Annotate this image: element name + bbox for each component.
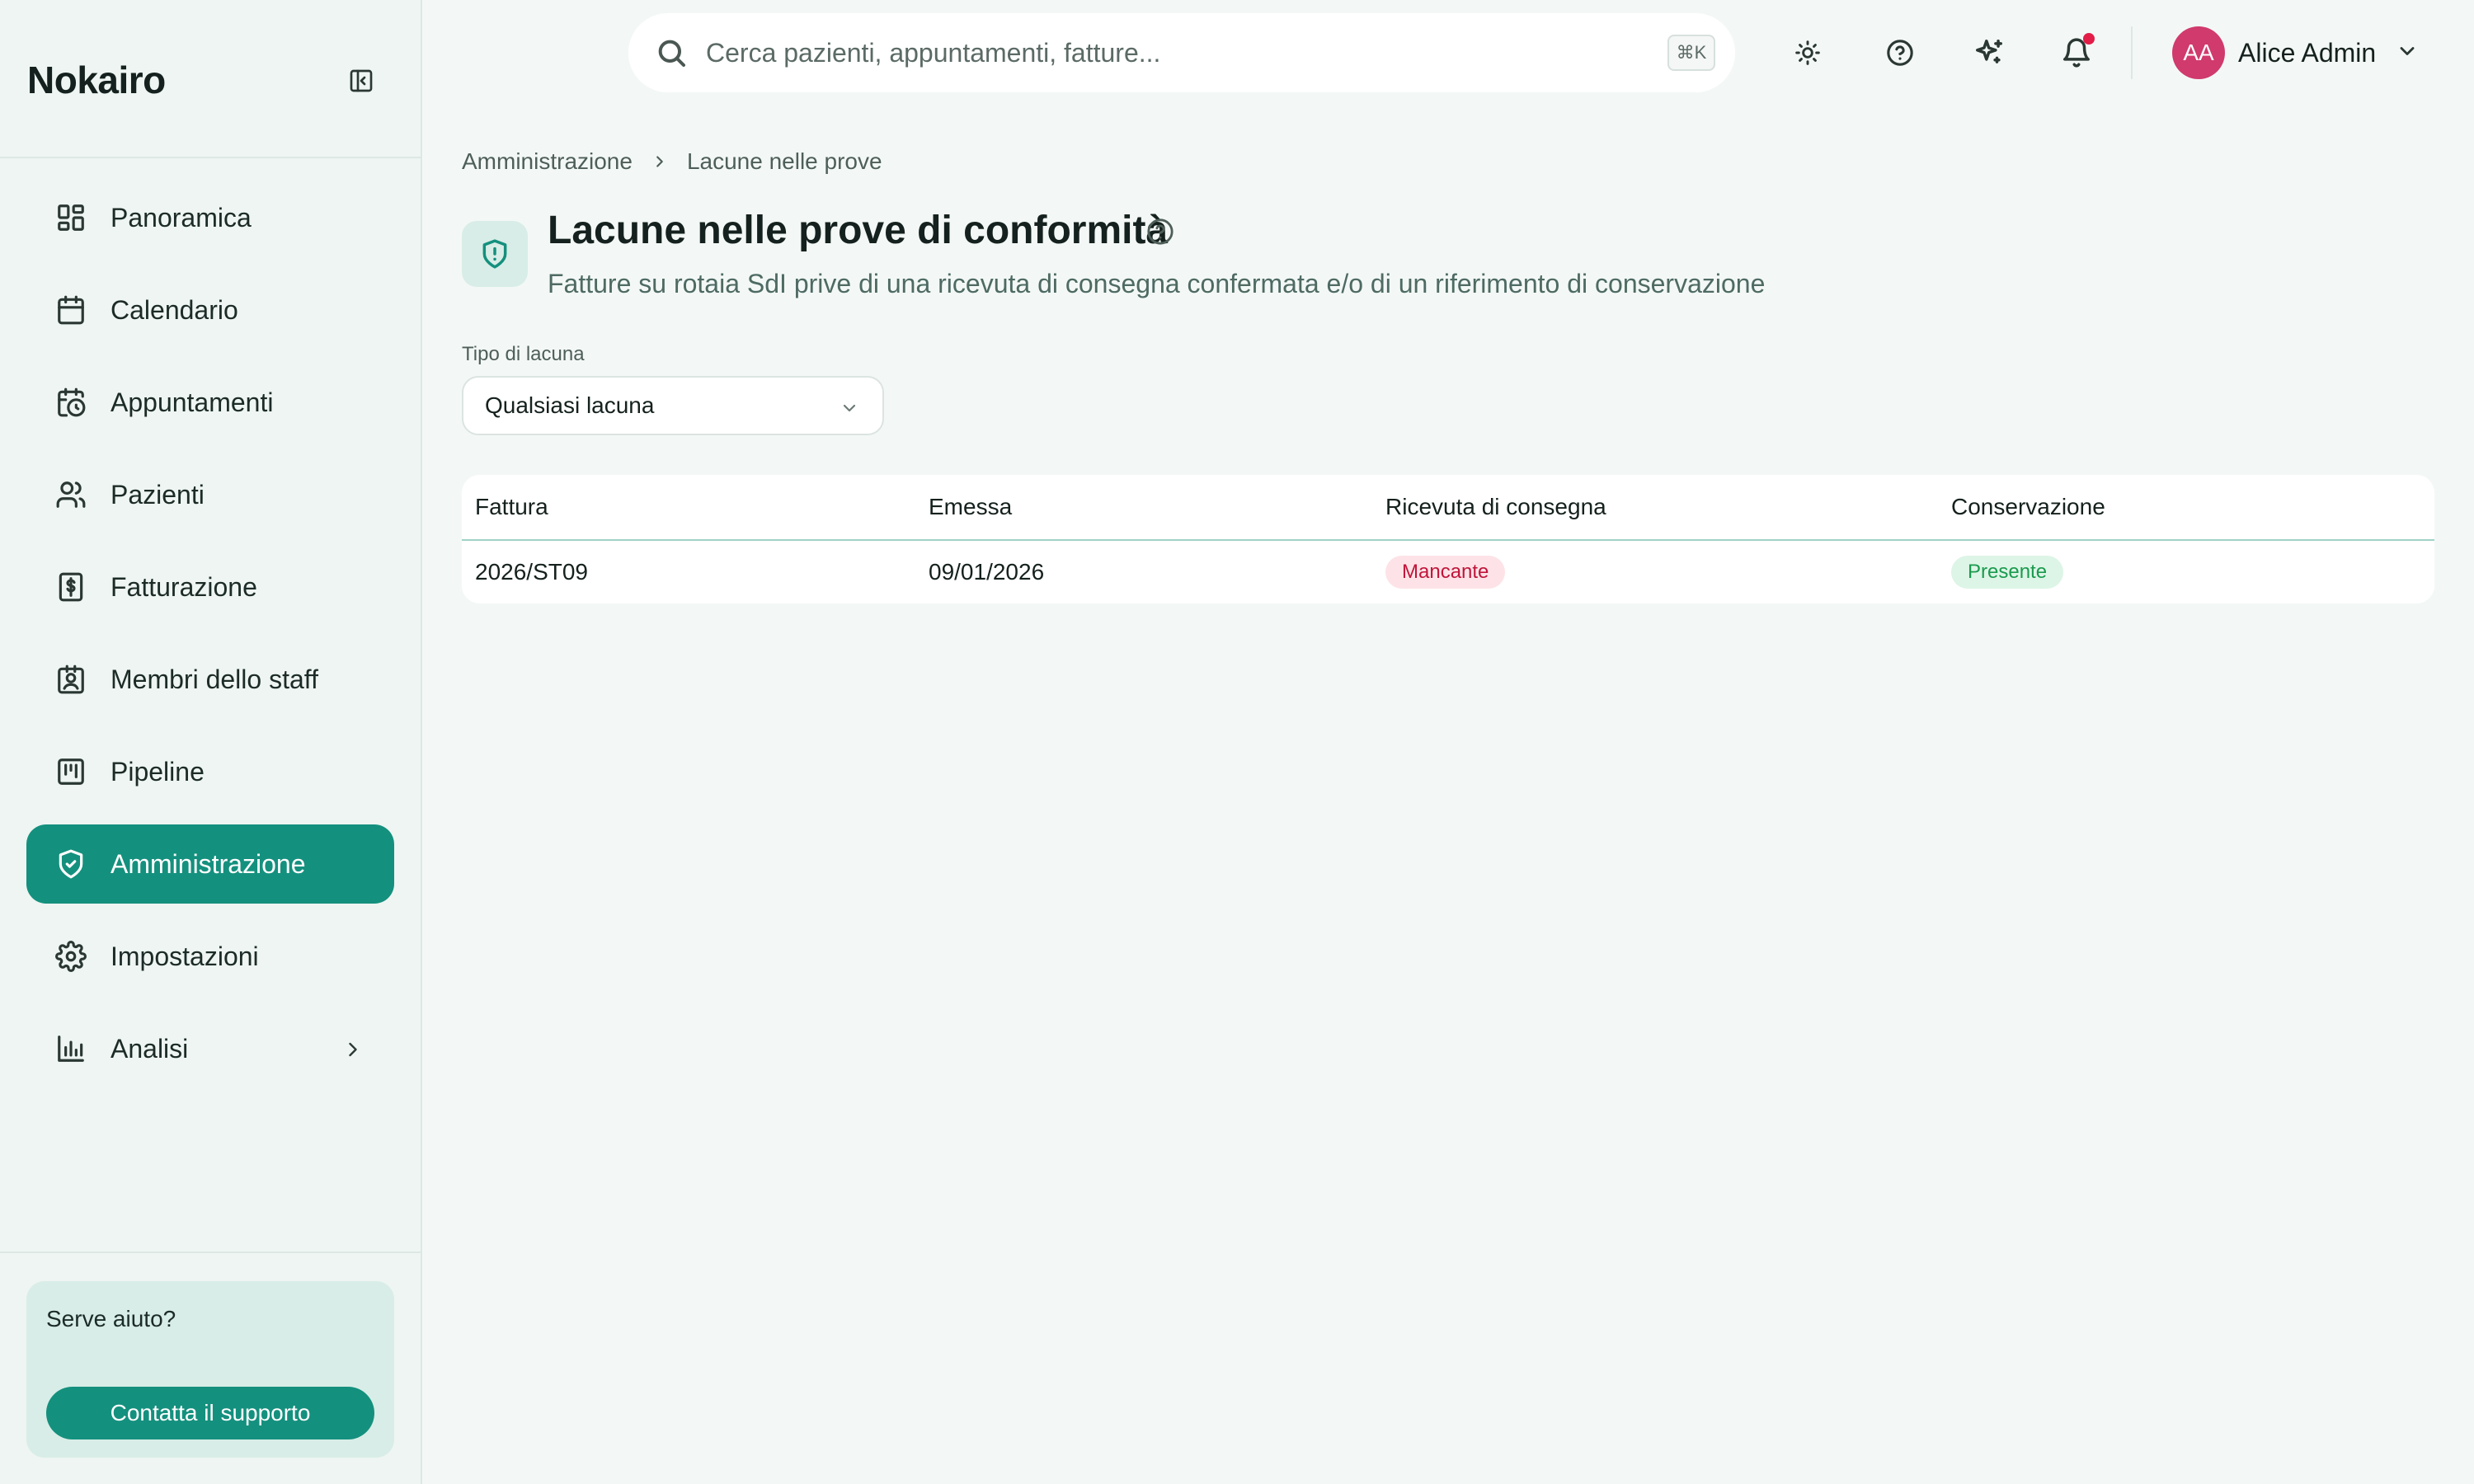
sun-icon[interactable] — [1791, 36, 1824, 69]
gear-icon — [54, 940, 87, 973]
chevron-right-icon — [341, 1037, 365, 1060]
sidebar-item-label: Membri dello staff — [111, 664, 318, 694]
status-badge-missing: Mancante — [1385, 556, 1506, 589]
sidebar-item-label: Panoramica — [111, 202, 252, 232]
sparkles-icon[interactable] — [1973, 36, 2006, 69]
help-title: Serve aiuto? — [46, 1306, 176, 1331]
calendar-icon — [54, 294, 87, 326]
sidebar-item-pazienti[interactable]: Pazienti — [26, 455, 394, 534]
sidebar-item-fatturazione[interactable]: Fatturazione — [26, 547, 394, 627]
user-menu[interactable]: AA Alice Admin — [2172, 26, 2419, 79]
table-row[interactable]: 2026/ST09 09/01/2026 Mancante Presente — [462, 541, 2434, 603]
brand-row: Nokairo — [0, 0, 421, 158]
sidebar-item-label: Pipeline — [111, 756, 205, 787]
sidebar-nav: Panoramica Calendario Appuntamenti Pazie… — [26, 178, 394, 1101]
gap-type-value: Qualsiasi lacuna — [485, 392, 655, 418]
column-header-ricevuta: Ricevuta di consegna — [1385, 494, 1606, 519]
gap-type-select[interactable]: Qualsiasi lacuna — [462, 376, 884, 435]
column-header-conservazione: Conservazione — [1951, 494, 2105, 519]
avatar: AA — [2172, 26, 2225, 79]
breadcrumb: Amministrazione Lacune nelle prove — [462, 148, 882, 175]
kanban-icon — [54, 755, 87, 788]
shield-check-icon — [54, 848, 87, 881]
global-search: ⌘K — [628, 13, 1735, 92]
notification-dot — [2083, 33, 2095, 45]
sidebar-item-label: Pazienti — [111, 479, 205, 510]
sidebar-item-label: Calendario — [111, 294, 238, 325]
sidebar-item-label: Appuntamenti — [111, 387, 274, 417]
sidebar: Nokairo Panoramica Calendario Appuntamen… — [0, 0, 422, 1484]
cell-issued: 09/01/2026 — [929, 559, 1045, 585]
table-header: Fattura Emessa Ricevuta di consegna Cons… — [462, 475, 2434, 541]
sidebar-item-appuntamenti[interactable]: Appuntamenti — [26, 363, 394, 442]
breadcrumb-link-amministrazione[interactable]: Amministrazione — [462, 148, 633, 175]
column-header-fattura: Fattura — [475, 494, 548, 519]
sidebar-item-analisi[interactable]: Analisi — [26, 1009, 394, 1088]
sidebar-item-pipeline[interactable]: Pipeline — [26, 732, 394, 811]
user-name: Alice Admin — [2238, 37, 2377, 68]
chevron-right-icon — [651, 153, 669, 171]
search-shortcut-badge: ⌘K — [1667, 35, 1715, 71]
users-icon — [54, 478, 87, 511]
sidebar-item-staff[interactable]: Membri dello staff — [26, 640, 394, 719]
filter-label: Tipo di lacuna — [462, 343, 585, 365]
app-root: Nokairo Panoramica Calendario Appuntamen… — [0, 0, 2474, 1484]
search-icon — [655, 36, 688, 69]
gaps-table: Fattura Emessa Ricevuta di consegna Cons… — [462, 475, 2434, 603]
bar-chart-icon — [54, 1032, 87, 1065]
sidebar-item-label: Impostazioni — [111, 941, 259, 971]
status-badge-present: Presente — [1951, 556, 2064, 589]
sidebar-item-label: Analisi — [111, 1033, 189, 1064]
chevron-down-icon — [2396, 40, 2419, 67]
column-header-emessa: Emessa — [929, 494, 1013, 519]
id-badge-icon — [54, 663, 87, 696]
cell-conservation: Presente — [1951, 541, 2064, 603]
help-circle-icon[interactable] — [1884, 36, 1917, 69]
shield-alert-icon — [462, 221, 528, 287]
sidebar-item-calendario[interactable]: Calendario — [26, 270, 394, 350]
page-subtitle: Fatture su rotaia SdI prive di una ricev… — [548, 269, 1766, 298]
sidebar-item-panoramica[interactable]: Panoramica — [26, 178, 394, 257]
help-circle-icon[interactable] — [1146, 218, 1176, 247]
chevron-down-icon — [840, 397, 859, 424]
contact-support-button[interactable]: Contatta il supporto — [46, 1387, 374, 1439]
receipt-dollar-icon — [54, 571, 87, 603]
bell-icon[interactable] — [2060, 33, 2095, 69]
search-input[interactable] — [706, 37, 1613, 68]
sidebar-item-label: Amministrazione — [111, 848, 306, 879]
sidebar-footer: Serve aiuto? Contatta il supporto — [0, 1252, 421, 1484]
header-divider — [2131, 26, 2133, 79]
cell-invoice: 2026/ST09 — [475, 559, 588, 585]
sidebar-item-label: Fatturazione — [111, 571, 257, 602]
brand-logo: Nokairo — [27, 59, 166, 101]
help-card: Serve aiuto? Contatta il supporto — [26, 1281, 394, 1458]
dashboard-icon — [54, 201, 87, 234]
sidebar-item-amministrazione[interactable]: Amministrazione — [26, 824, 394, 904]
sidebar-item-impostazioni[interactable]: Impostazioni — [26, 917, 394, 996]
sidebar-collapse-icon[interactable] — [346, 66, 376, 96]
calendar-clock-icon — [54, 386, 87, 419]
cell-receipt: Mancante — [1385, 541, 1506, 603]
page-title: Lacune nelle prove di conformità — [548, 209, 1169, 252]
breadcrumb-current: Lacune nelle prove — [686, 148, 882, 174]
